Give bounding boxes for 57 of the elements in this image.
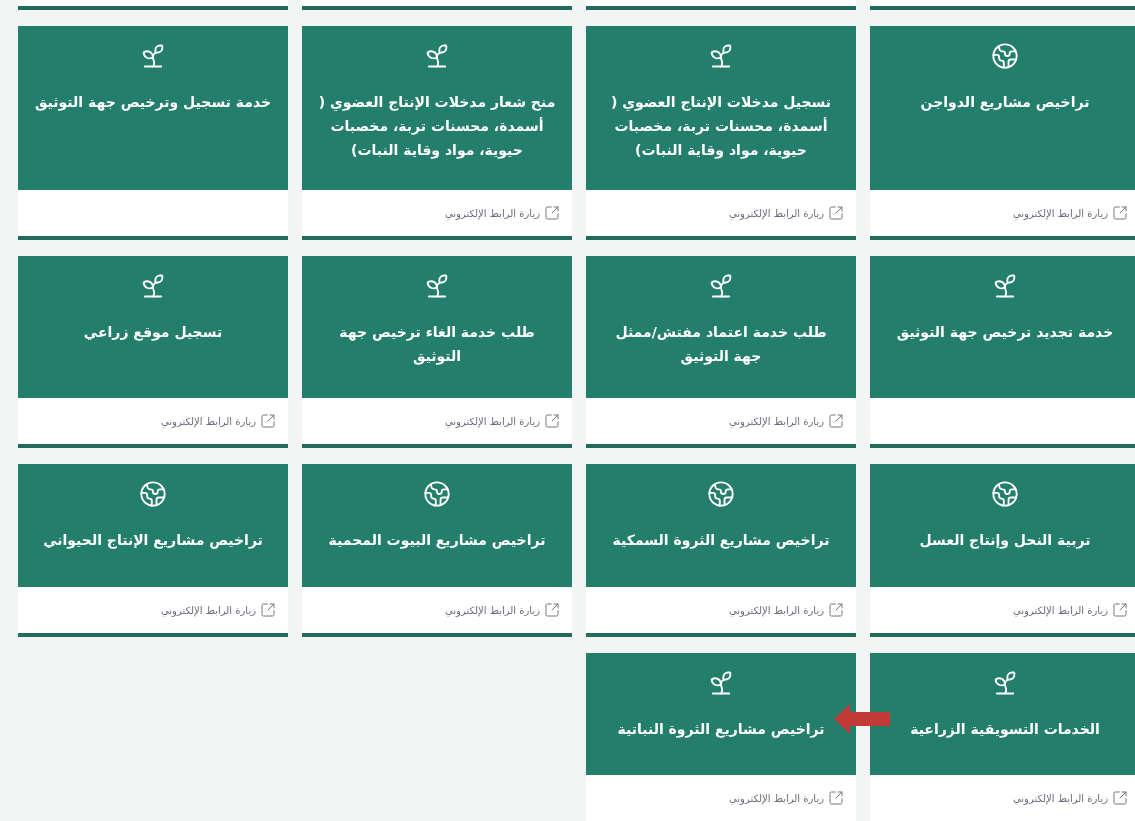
visit-link[interactable]: زيارة الرابط الإلكتروني — [729, 790, 844, 806]
card-title: تسجيل مدخلات الإنتاج العضوي ( أسمدة، محسنات تربة، مخصبات حيوية، مواد وقاية النبات) — [609, 93, 833, 161]
external-link-icon — [828, 413, 844, 429]
service-card[interactable]: تربية النحل وإنتاج العسل زيارة الرابط الإلكتروني — [870, 464, 1135, 637]
external-link-icon — [1112, 205, 1128, 221]
visit-link[interactable]: زيارة الرابط الإلكتروني — [729, 602, 844, 618]
card-title: تربية النحل وإنتاج العسل — [919, 531, 1091, 551]
card-title: منح شعار مدخلات الإنتاج العضوي ( أسمدة، محسنات تربة، مخصبات حيوية، مواد وقاية النبات) — [318, 93, 556, 161]
card-title: تراخيص مشاريع الدواجن — [920, 93, 1090, 113]
card-title: طلب خدمة اعتماد مفتش/ممثل جهة التوثيق — [614, 323, 828, 367]
visit-link[interactable]: زيارة الرابط الإلكتروني — [445, 413, 560, 429]
external-link-icon — [260, 413, 276, 429]
external-link-icon — [828, 205, 844, 221]
card-title: خدمة تجديد ترخيص جهة التوثيق — [896, 323, 1114, 343]
external-link-icon — [544, 205, 560, 221]
globe-icon — [139, 480, 167, 508]
card-title: تراخيص مشاريع الثروة السمكية — [612, 531, 830, 551]
service-card[interactable]: تراخيص مشاريع الدواجن زيارة الرابط الإلكتروني — [870, 26, 1135, 240]
card-title: خدمة تسجيل وترخيص جهة التوثيق — [34, 93, 272, 113]
visit-link[interactable]: زيارة الرابط الإلكتروني — [445, 205, 560, 221]
globe-icon — [991, 480, 1019, 508]
visit-link[interactable]: زيارة الرابط الإلكتروني — [161, 413, 276, 429]
card-title: تراخيص مشاريع الثروة النباتية — [617, 720, 825, 740]
card-title: تسجيل موقع زراعي — [83, 323, 223, 343]
card-title: تراخيص مشاريع البيوت المحمية — [328, 531, 546, 551]
service-card[interactable]: منح شعار مدخلات الإنتاج العضوي ( أسمدة، محسنات تربة، مخصبات حيوية، مواد وقاية النبات) زيارة الرابط الإلكتروني — [302, 26, 572, 240]
service-card[interactable]: تراخيص مشاريع الثروة النباتية زيارة الرابط الإلكتروني — [586, 653, 856, 821]
service-card[interactable]: خدمة تجديد ترخيص جهة التوثيق — [870, 256, 1135, 448]
card-title: الخدمات التسويقية الزراعية — [910, 720, 1100, 740]
service-card[interactable]: طلب خدمة اعتماد مفتش/ممثل جهة التوثيق زيارة الرابط الإلكتروني — [586, 256, 856, 448]
service-card[interactable]: تراخيص مشاريع البيوت المحمية زيارة الرابط الإلكتروني — [302, 464, 572, 637]
visit-link[interactable]: زيارة الرابط الإلكتروني — [161, 602, 276, 618]
visit-link[interactable]: زيارة الرابط الإلكتروني — [729, 413, 844, 429]
external-link-icon — [1112, 602, 1128, 618]
service-card[interactable]: تراخيص مشاريع الثروة السمكية زيارة الرابط الإلكتروني — [586, 464, 856, 637]
visit-link[interactable]: زيارة الرابط الإلكتروني — [445, 602, 560, 618]
external-link-icon — [260, 602, 276, 618]
service-card[interactable]: طلب خدمة الغاء ترخيص جهة التوثيق زيارة الرابط الإلكتروني — [302, 256, 572, 448]
external-link-icon — [828, 790, 844, 806]
service-card[interactable]: تسجيل مدخلات الإنتاج العضوي ( أسمدة، محسنات تربة، مخصبات حيوية، مواد وقاية النبات) زيارة الرابط الإلكتروني — [586, 26, 856, 240]
card-title: تراخيص مشاريع الإنتاج الحيواني — [43, 531, 263, 551]
visit-link[interactable]: زيارة الرابط الإلكتروني — [1013, 205, 1128, 221]
card-title: طلب خدمة الغاء ترخيص جهة التوثيق — [338, 323, 536, 367]
visit-link[interactable]: زيارة الرابط الإلكتروني — [1013, 790, 1128, 806]
visit-link[interactable]: زيارة الرابط الإلكتروني — [1013, 602, 1128, 618]
service-card[interactable]: تراخيص مشاريع الإنتاج الحيواني زيارة الرابط الإلكتروني — [18, 464, 288, 637]
service-card[interactable]: تسجيل موقع زراعي زيارة الرابط الإلكتروني — [18, 256, 288, 448]
external-link-icon — [544, 602, 560, 618]
globe-icon — [423, 480, 451, 508]
external-link-icon — [1112, 790, 1128, 806]
external-link-icon — [828, 602, 844, 618]
external-link-icon — [544, 413, 560, 429]
service-card[interactable]: خدمة تسجيل وترخيص جهة التوثيق — [18, 26, 288, 240]
globe-icon — [707, 480, 735, 508]
globe-icon — [991, 42, 1019, 70]
service-card[interactable]: الخدمات التسويقية الزراعية زيارة الرابط الإلكتروني — [870, 653, 1135, 821]
visit-link[interactable]: زيارة الرابط الإلكتروني — [729, 205, 844, 221]
